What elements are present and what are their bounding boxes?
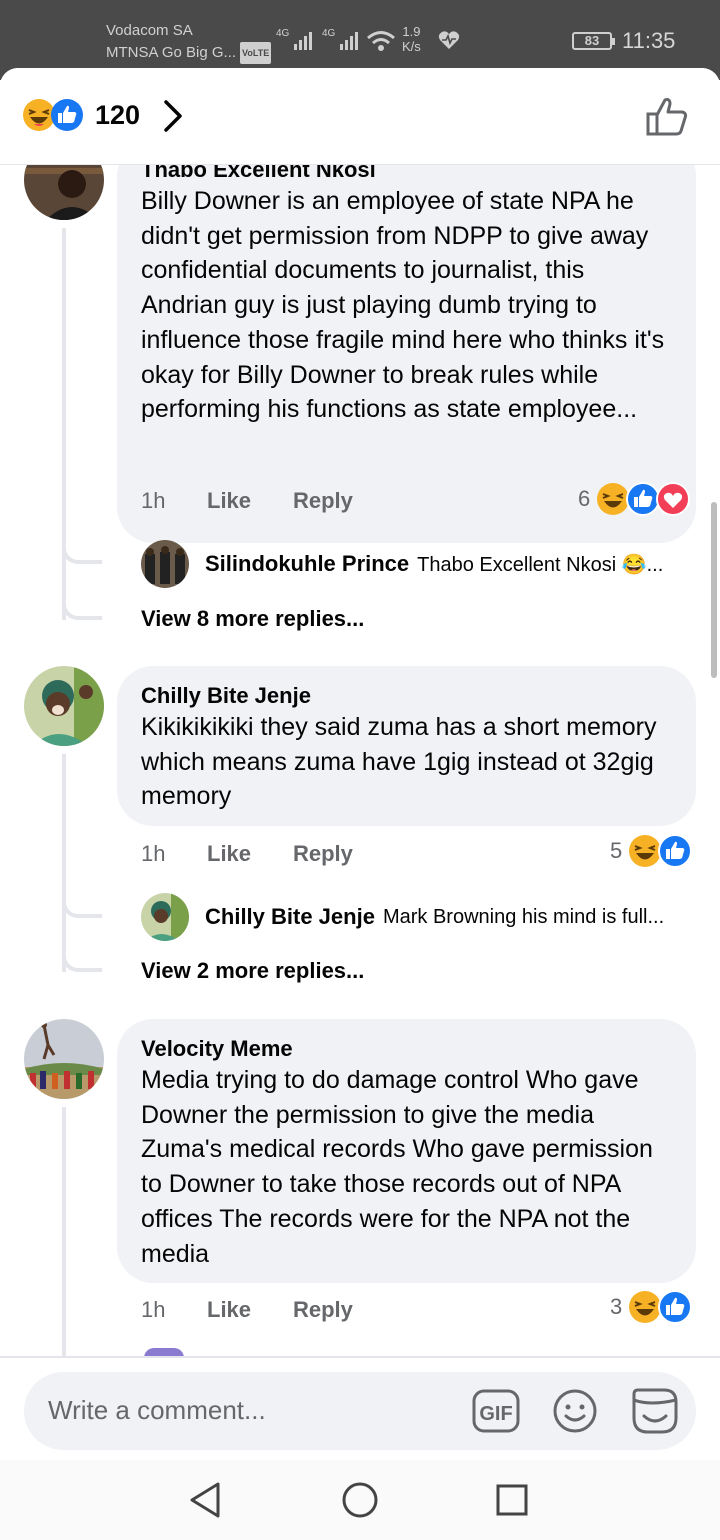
comment-timestamp: 1h [141, 841, 166, 866]
reply-avatar[interactable] [141, 540, 189, 588]
thread-line [62, 754, 66, 972]
speed-unit: K/s [402, 39, 421, 54]
comment-actions: 1h Like Reply [141, 1297, 353, 1323]
haha-icon [629, 1291, 662, 1323]
signal-bars-1-icon [294, 30, 312, 50]
heart-pulse-icon [438, 31, 460, 49]
haha-icon [629, 835, 662, 867]
thumbs-up-outline-icon[interactable] [644, 94, 690, 140]
reply-author[interactable]: Chilly Bite Jenje [205, 904, 375, 930]
sticker-icon[interactable] [630, 1386, 680, 1436]
reply-text: Thabo Excellent Nkosi 😂... [417, 553, 664, 576]
recent-apps-icon[interactable] [494, 1480, 530, 1520]
thread-line [62, 228, 66, 620]
reaction-count: 3 [610, 1294, 623, 1319]
comment-composer: Write a comment... GIF [0, 1356, 720, 1460]
like-icon [658, 1290, 693, 1324]
network-speed: 1.9 K/s [402, 24, 421, 54]
haha-icon [597, 483, 630, 515]
reaction-count: 6 [578, 486, 591, 511]
reactions-header[interactable]: 120 [0, 68, 720, 165]
gif-label: GIF [479, 1403, 512, 1425]
scrollbar[interactable] [711, 502, 717, 678]
comment-bubble[interactable]: Chilly Bite Jenje Kikikikikiki they said… [117, 666, 696, 826]
like-icon [51, 99, 83, 131]
thread-connector [62, 894, 102, 918]
comment-author[interactable]: Chilly Bite Jenje [141, 682, 672, 710]
comment-text: Kikikikikiki they said zuma has a short … [141, 713, 657, 811]
reply-button[interactable]: Reply [293, 488, 353, 514]
carrier-info: Vodacom SA MTNSA Go Big G... VoLTE [106, 20, 272, 65]
comment-timestamp: 1h [141, 1297, 166, 1322]
thread-line [62, 1107, 66, 1367]
comment-bubble[interactable]: Velocity Meme Media trying to do damage … [117, 1019, 696, 1283]
view-more-replies[interactable]: View 8 more replies... [141, 606, 364, 632]
reaction-count: 5 [610, 838, 623, 863]
comment-text: Media trying to do damage control Who ga… [141, 1066, 653, 1268]
network-type-1: 4G [276, 28, 290, 39]
speed-value: 1.9 [402, 24, 421, 39]
view-more-replies[interactable]: View 2 more replies... [141, 958, 364, 984]
clock: 11:35 [622, 28, 676, 53]
comment-input[interactable]: Write a comment... GIF [24, 1372, 696, 1450]
love-icon [656, 482, 691, 516]
like-button[interactable]: Like [207, 1297, 293, 1323]
signal-bars-2-icon [340, 30, 358, 50]
reply-author[interactable]: Silindokuhle Prince [205, 551, 409, 577]
thread-connector [62, 540, 102, 564]
reply-text: Mark Browning his mind is full... [382, 905, 665, 928]
reply-button[interactable]: Reply [293, 841, 353, 867]
gif-icon[interactable]: GIF [472, 1388, 520, 1434]
like-button[interactable]: Like [207, 488, 293, 514]
battery-indicator: 83 [572, 32, 615, 50]
comment-avatar[interactable] [24, 666, 104, 746]
system-nav-bar [0, 1460, 720, 1540]
like-button[interactable]: Like [207, 841, 293, 867]
like-icon [658, 834, 693, 868]
comment-placeholder[interactable]: Write a comment... [48, 1395, 266, 1426]
reply-preview[interactable]: Chilly Bite Jenje Mark Browning his mind… [141, 893, 701, 941]
comment-text: Billy Downer is an employee of state NPA… [141, 187, 665, 424]
chevron-right-icon[interactable] [160, 98, 186, 134]
reaction-count[interactable]: 120 [95, 100, 140, 131]
thread-connector [62, 948, 102, 972]
comment-reactions[interactable]: 5 [610, 834, 693, 868]
volte-badge: VoLTE [240, 42, 272, 65]
back-icon[interactable] [186, 1480, 226, 1520]
thread-connector [62, 596, 102, 620]
reply-preview[interactable]: Silindokuhle Prince Thabo Excellent Nkos… [141, 540, 701, 588]
header-reaction-stack[interactable] [22, 98, 84, 132]
carrier-line-2: MTNSA Go Big G... [106, 44, 237, 61]
comment-actions: 1h Like Reply [141, 841, 353, 867]
wifi-icon [367, 31, 395, 51]
comment-reactions[interactable]: 3 [610, 1290, 693, 1324]
like-icon [626, 482, 661, 516]
reply-avatar[interactable] [141, 893, 189, 941]
comment-avatar[interactable] [24, 1019, 104, 1099]
emoji-icon[interactable] [552, 1388, 598, 1434]
comment-reactions[interactable]: 6 [578, 482, 691, 516]
comment-timestamp: 1h [141, 488, 166, 513]
comment-author[interactable]: Velocity Meme [141, 1035, 672, 1063]
comment-actions: 1h Like Reply [141, 488, 353, 514]
home-icon[interactable] [340, 1480, 380, 1520]
network-type-2: 4G [322, 28, 336, 39]
comments-sheet: 120 Thabo Excellent Nkosi Billy Downer i… [0, 68, 720, 1540]
reply-button[interactable]: Reply [293, 1297, 353, 1323]
carrier-line-1: Vodacom SA [106, 22, 193, 39]
